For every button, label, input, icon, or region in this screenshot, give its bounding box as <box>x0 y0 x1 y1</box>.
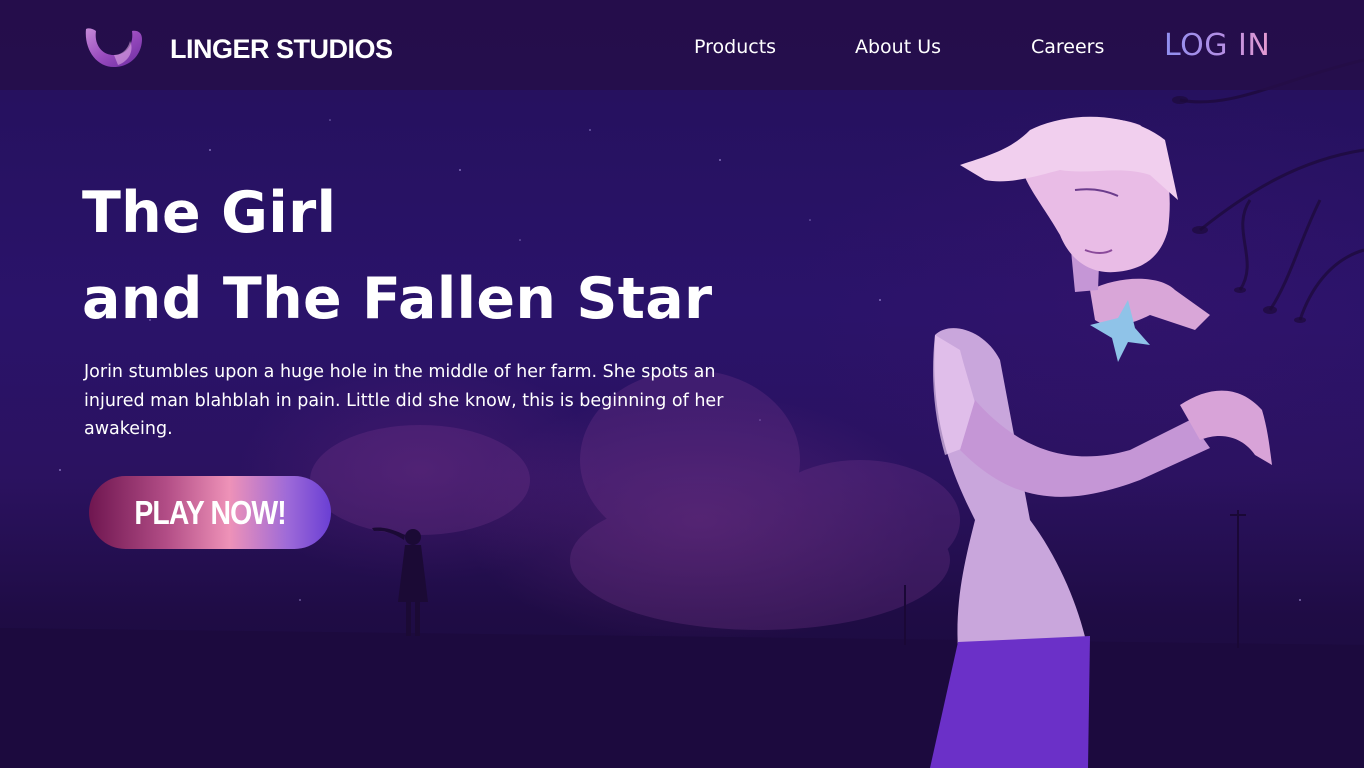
hero-title-line-1: The Girl <box>82 180 337 246</box>
nav-careers-link[interactable]: Careers <box>1031 36 1104 58</box>
top-navigation-bar: LINGER STUDIOS Products About Us Careers… <box>0 0 1364 90</box>
login-button[interactable]: LOG IN <box>1164 28 1270 63</box>
tree-branches <box>1179 58 1364 321</box>
brand-name[interactable]: LINGER STUDIOS <box>170 34 393 65</box>
ground <box>0 628 1364 768</box>
play-now-label: PLAY NOW! <box>134 493 286 531</box>
hero-description: Jorin stumbles upon a huge hole in the m… <box>84 362 724 439</box>
nav-about-us-link[interactable]: About Us <box>855 36 941 58</box>
nav-products-link[interactable]: Products <box>694 36 776 58</box>
play-now-button[interactable]: PLAY NOW! <box>89 476 331 549</box>
hero-title-line-2: and The Fallen Star <box>82 266 713 332</box>
purple-u-icon[interactable] <box>82 27 144 71</box>
girl-silhouette <box>372 527 428 636</box>
